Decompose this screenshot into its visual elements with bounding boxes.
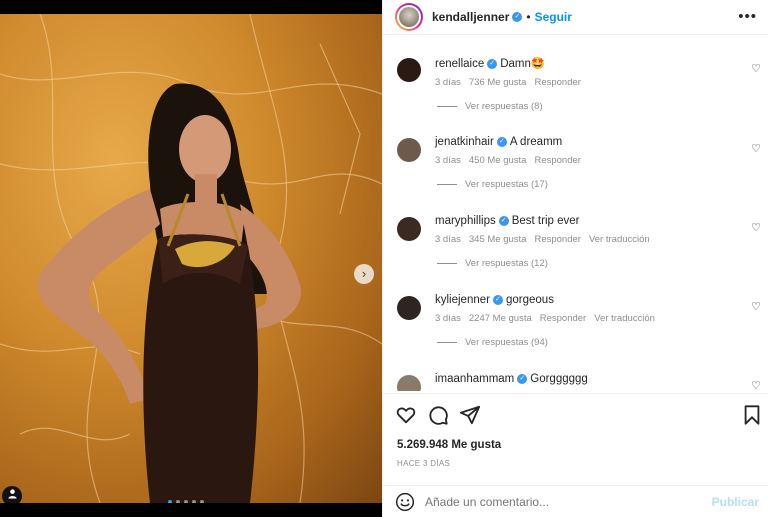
follow-button[interactable]: Seguir [535, 10, 572, 24]
view-replies-button[interactable]: Ver respuestas (17) [435, 179, 735, 190]
tagged-users-button[interactable] [2, 486, 22, 503]
like-comment-heart-icon[interactable]: ♡ [751, 379, 761, 391]
comment-avatar[interactable] [397, 375, 421, 391]
translate-button[interactable]: Ver traducción [594, 313, 655, 324]
comment-text: Best trip ever [511, 215, 580, 227]
emoji-icon[interactable] [395, 492, 415, 512]
comment-bubble-icon[interactable] [427, 404, 449, 426]
comment-text: Gorgggggg [530, 373, 588, 385]
view-replies-label: Ver respuestas (8) [465, 101, 543, 112]
view-replies-button[interactable]: Ver respuestas (8) [435, 101, 735, 112]
carousel-indicator [168, 500, 204, 503]
chevron-right-icon: › [361, 266, 367, 281]
share-paper-plane-icon[interactable] [459, 404, 481, 426]
comment-likes[interactable]: 2247 Me gusta [469, 313, 532, 324]
author-username[interactable]: kendalljenner [432, 10, 509, 24]
comment-username[interactable]: imaanhammam [435, 373, 514, 385]
comment-input[interactable] [425, 494, 685, 509]
model-figure [37, 83, 301, 503]
reply-button[interactable]: Responder [534, 234, 580, 245]
reply-button[interactable]: Responder [540, 313, 586, 324]
carousel-dot [192, 500, 196, 503]
verified-badge-icon: ✓ [492, 294, 503, 305]
publish-button[interactable]: Publicar [712, 495, 759, 509]
comment-age: 3 días [435, 313, 461, 324]
verified-badge-icon: ✓ [517, 373, 528, 384]
more-options-icon[interactable]: ••• [738, 8, 757, 25]
view-replies-label: Ver respuestas (94) [465, 337, 548, 348]
reply-button[interactable]: Responder [534, 77, 580, 88]
post-details-panel: kendalljenner ✓ • Seguir ••• renellaice ✓… [382, 0, 768, 517]
like-comment-heart-icon[interactable]: ♡ [751, 221, 761, 234]
translate-button[interactable]: Ver traducción [589, 234, 650, 245]
view-replies-label: Ver respuestas (17) [465, 179, 548, 190]
comment-text: gorgeous [505, 294, 554, 306]
comment-avatar[interactable] [397, 217, 421, 241]
post-timestamp[interactable]: HACE 3 DÍAS [397, 459, 450, 468]
verified-badge-icon: ✓ [498, 215, 509, 226]
comment-avatar[interactable] [397, 58, 421, 82]
comment-composer: Publicar [383, 485, 768, 517]
verified-badge-icon: ✓ [512, 12, 523, 22]
person-icon [7, 489, 17, 499]
comment-avatar[interactable] [397, 138, 421, 162]
carousel-dot [200, 500, 204, 503]
comment-username[interactable]: renellaice [435, 58, 484, 70]
view-replies-button[interactable]: Ver respuestas (94) [435, 337, 735, 348]
carousel-dot [184, 500, 188, 503]
comment-likes[interactable]: 736 Me gusta [469, 77, 527, 88]
instagram-post-view: › kendalljenner ✓ • Seguir ••• renellaic… [0, 0, 768, 517]
comment-age: 3 días [435, 234, 461, 245]
post-header: kendalljenner ✓ • Seguir ••• [383, 0, 768, 35]
carousel-next-button[interactable]: › [354, 264, 374, 284]
comment-age: 3 días [435, 77, 461, 88]
comment-likes[interactable]: 450 Me gusta [469, 155, 527, 166]
separator: • [526, 10, 531, 24]
comment-username[interactable]: jenatkinhair [435, 136, 494, 148]
comment-username[interactable]: kyliejenner [435, 294, 490, 306]
carousel-dot [168, 500, 172, 503]
carousel-dot [176, 500, 180, 503]
comment-avatar[interactable] [397, 296, 421, 320]
avatar[interactable] [395, 3, 423, 31]
like-heart-icon[interactable] [395, 404, 417, 426]
verified-badge-icon: ✓ [487, 58, 498, 69]
like-comment-heart-icon[interactable]: ♡ [751, 300, 761, 313]
save-bookmark-icon[interactable] [741, 404, 763, 426]
comment-likes[interactable]: 345 Me gusta [469, 234, 527, 245]
comments-list[interactable]: renellaice ✓ Damn🤩 3 días 736 Me gusta Res… [383, 36, 768, 391]
post-photo[interactable]: › [0, 14, 382, 503]
post-actions-bar [383, 393, 768, 443]
comment-text: Damn🤩 [500, 58, 546, 70]
like-comment-heart-icon[interactable]: ♡ [751, 62, 761, 75]
reply-button[interactable]: Responder [534, 155, 580, 166]
view-replies-button[interactable]: Ver respuestas (12) [435, 258, 735, 269]
verified-badge-icon: ✓ [496, 136, 507, 147]
like-comment-heart-icon[interactable]: ♡ [751, 142, 761, 155]
view-replies-label: Ver respuestas (12) [465, 258, 548, 269]
comment-username[interactable]: maryphillips [435, 215, 496, 227]
post-like-count[interactable]: 5.269.948 Me gusta [397, 439, 501, 451]
comment-age: 3 días [435, 155, 461, 166]
comment-text: A dreamm [509, 136, 563, 148]
